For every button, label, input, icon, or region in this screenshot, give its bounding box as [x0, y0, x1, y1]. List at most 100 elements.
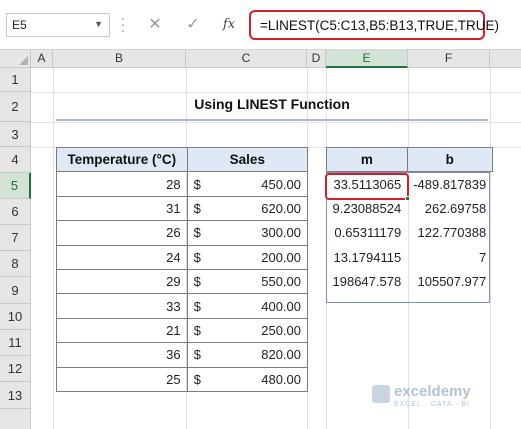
table-row: 26 $300.00	[56, 220, 309, 246]
currency-symbol: $	[193, 274, 201, 290]
sheet-title: Using LINEST Function	[194, 96, 350, 112]
row-header-6[interactable]: 6	[0, 199, 31, 225]
row-header-12[interactable]: 12	[0, 356, 31, 382]
column-header-g[interactable]	[490, 50, 521, 68]
row-header-2[interactable]: 2	[0, 92, 31, 122]
table-row: 13.1794115 7	[327, 245, 493, 269]
temperature-cell[interactable]: 36	[56, 342, 188, 368]
m-cell[interactable]: 198647.578	[327, 269, 408, 293]
b-cell[interactable]: 7	[407, 245, 492, 269]
sales-cell[interactable]: $250.00	[186, 317, 309, 344]
select-all-triangle-icon	[19, 56, 28, 65]
row-header-9[interactable]: 9	[0, 277, 31, 304]
gridline	[31, 92, 521, 93]
sales-value: 400.00	[261, 298, 301, 314]
temperature-cell[interactable]: 21	[56, 317, 188, 344]
table-row: 31 $620.00	[56, 195, 309, 222]
active-cell-highlight[interactable]	[325, 173, 409, 200]
column-header-e[interactable]: E	[326, 50, 408, 68]
sales-value: 250.00	[261, 322, 301, 338]
column-header-a[interactable]: A	[31, 50, 53, 68]
table-row: 29 $550.00	[56, 268, 309, 295]
table-row: 24 $200.00	[56, 244, 309, 270]
sales-value: 200.00	[261, 249, 301, 265]
exceldemy-logo-icon	[372, 385, 390, 403]
cancel-icon[interactable]: ✕	[143, 13, 167, 37]
temperature-cell[interactable]: 29	[56, 268, 188, 295]
currency-symbol: $	[193, 200, 201, 216]
temperature-cell[interactable]: 28	[56, 171, 188, 197]
currency-symbol: $	[193, 225, 201, 241]
column-header-d[interactable]: D	[307, 50, 326, 68]
header-b[interactable]: b	[406, 146, 493, 173]
chevron-down-icon[interactable]: ▼	[94, 19, 103, 29]
temperature-cell[interactable]: 25	[56, 366, 188, 392]
row-header-10[interactable]: 10	[0, 304, 31, 330]
currency-symbol: $	[193, 322, 201, 338]
table-row: 36 $820.00	[56, 342, 309, 368]
formula-text: =LINEST(C5:C13,B5:B13,TRUE,TRUE)	[260, 18, 499, 33]
temperature-cell[interactable]: 26	[56, 220, 188, 246]
sales-cell[interactable]: $820.00	[186, 342, 309, 368]
row-header-8[interactable]: 8	[0, 251, 31, 277]
row-header-11[interactable]: 11	[0, 330, 31, 356]
row-header-13[interactable]: 13	[0, 382, 31, 409]
temperature-cell[interactable]: 33	[56, 293, 188, 319]
sales-value: 450.00	[261, 176, 301, 192]
sales-value: 820.00	[261, 347, 301, 363]
data-table: Temperature (°C) Sales 28 $450.00 31 $62…	[56, 146, 309, 392]
table-row: 33 $400.00	[56, 293, 309, 319]
sales-value: 620.00	[261, 200, 301, 216]
more-options-icon[interactable]: · · ·	[118, 11, 128, 37]
table-row: 28 $450.00	[56, 171, 309, 197]
header-sales[interactable]: Sales	[186, 146, 309, 173]
enter-icon[interactable]: ✓	[181, 13, 205, 37]
formula-input[interactable]: =LINEST(C5:C13,B5:B13,TRUE,TRUE)	[249, 10, 499, 40]
sales-value: 480.00	[261, 371, 301, 387]
insert-function-icon[interactable]: fx	[217, 13, 241, 37]
sales-value: 550.00	[261, 274, 301, 290]
b-cell[interactable]: 262.69758	[407, 196, 492, 220]
m-cell[interactable]: 0.65311179	[327, 221, 408, 245]
row-header-1[interactable]: 1	[0, 68, 31, 92]
m-cell[interactable]: 13.1794115	[327, 245, 408, 269]
row-header-7[interactable]: 7	[0, 225, 31, 251]
name-box[interactable]: E5 ▼	[6, 13, 110, 37]
currency-symbol: $	[193, 176, 201, 192]
sales-cell[interactable]: $300.00	[186, 220, 309, 246]
linest-result-table: m b 33.5113065 -489.817839 9.23088524 26…	[326, 146, 493, 294]
temperature-cell[interactable]: 31	[56, 195, 188, 222]
row-header-5[interactable]: 5	[0, 173, 31, 199]
fill-handle[interactable]	[405, 196, 410, 201]
currency-symbol: $	[193, 298, 201, 314]
name-box-value: E5	[12, 18, 27, 32]
b-cell[interactable]: -489.817839	[407, 172, 492, 196]
currency-symbol: $	[193, 371, 201, 387]
column-header-c[interactable]: C	[186, 50, 307, 68]
select-all-button[interactable]	[0, 50, 31, 68]
table-row: 21 $250.00	[56, 317, 309, 344]
row-header-14[interactable]	[0, 409, 31, 429]
column-header-b[interactable]: B	[53, 50, 186, 68]
sales-value: 300.00	[261, 225, 301, 241]
temperature-cell[interactable]: 24	[56, 244, 188, 270]
header-temperature[interactable]: Temperature (°C)	[56, 146, 188, 173]
row-header-4[interactable]: 4	[0, 147, 31, 173]
watermark-name: exceldemy	[394, 383, 471, 400]
header-m[interactable]: m	[326, 146, 408, 173]
sales-cell[interactable]: $200.00	[186, 244, 309, 270]
sales-cell[interactable]: $450.00	[186, 171, 309, 197]
table-row: 0.65311179 122.770388	[327, 221, 493, 245]
title-underline	[56, 119, 488, 121]
table-row: 25 $480.00	[56, 366, 309, 392]
sales-cell[interactable]: $550.00	[186, 268, 309, 295]
sales-cell[interactable]: $400.00	[186, 293, 309, 319]
column-header-f[interactable]: F	[408, 50, 490, 68]
b-cell[interactable]: 122.770388	[407, 221, 492, 245]
row-header-3[interactable]: 3	[0, 122, 31, 147]
sales-cell[interactable]: $480.00	[186, 366, 309, 392]
sales-cell[interactable]: $620.00	[186, 195, 309, 222]
gridline	[31, 122, 521, 123]
formula-bar: E5 ▼ · · · ✕ ✓ fx =LINEST(C5:C13,B5:B13,TR…	[0, 0, 521, 50]
b-cell[interactable]: 105507.977	[407, 269, 492, 293]
